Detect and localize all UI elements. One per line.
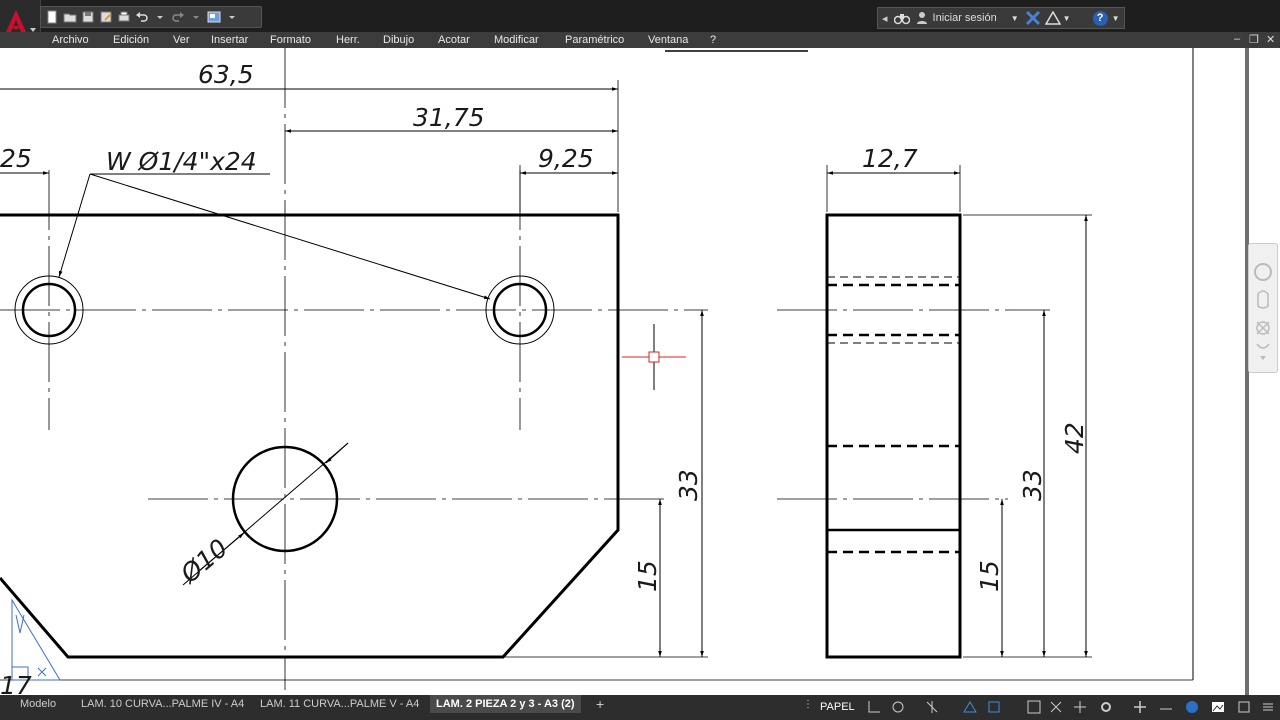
plot-icon[interactable] — [117, 10, 131, 24]
saveas-icon[interactable] — [99, 10, 113, 24]
menu-parametrico[interactable]: Paramétrico — [565, 33, 624, 47]
menu-insertar[interactable]: Insertar — [211, 33, 248, 47]
dim-25: 25 — [0, 144, 32, 173]
signin-label[interactable]: Iniciar sesión — [933, 12, 997, 24]
hole-note: W Ø1/4"x24 — [106, 147, 257, 176]
dim-31-75: 31,75 — [413, 103, 485, 132]
dim-9-25: 9,25 — [538, 144, 594, 173]
a360-icon[interactable] — [1044, 11, 1061, 25]
navbar-dropdown-icon[interactable] — [1260, 356, 1266, 360]
undo-dropdown-icon[interactable] — [153, 10, 167, 24]
minimize-icon[interactable]: ‒ — [1234, 33, 1240, 45]
steering-wheel-icon[interactable] — [1254, 263, 1272, 281]
scroll-left-icon[interactable]: ◂ — [882, 12, 888, 25]
dim-phi10: Ø10 — [174, 533, 233, 589]
dim-17: 17 — [0, 671, 32, 695]
orbit-icon[interactable] — [1256, 343, 1270, 349]
dim-12-7: 12,7 — [862, 144, 918, 173]
menu-ver[interactable]: Ver — [173, 33, 190, 47]
new-icon[interactable] — [45, 10, 59, 24]
dim-33-front: 33 — [674, 469, 703, 501]
menu-ventana[interactable]: Ventana — [648, 33, 688, 47]
tab-modelo[interactable]: Modelo — [14, 695, 62, 713]
qat-dropdown-icon[interactable] — [225, 10, 239, 24]
osnap-icon[interactable] — [924, 699, 940, 715]
menu-help[interactable]: ? — [710, 33, 716, 47]
restore-icon[interactable]: ❐ — [1249, 33, 1259, 46]
annotation-icon[interactable] — [1026, 699, 1042, 715]
menu-formato[interactable]: Formato — [270, 33, 311, 47]
customize-icon[interactable] — [1260, 699, 1276, 715]
binoculars-icon[interactable] — [893, 11, 910, 25]
menu-acotar[interactable]: Acotar — [438, 33, 470, 47]
exchange-icon[interactable] — [1025, 11, 1041, 25]
isolate-icon[interactable] — [1184, 699, 1200, 715]
a360-dropdown-icon[interactable]: ▼ — [1063, 14, 1071, 23]
paper-space-toggle[interactable]: PAPEL — [820, 698, 855, 716]
menu-bar: Archivo Edición Ver Insertar Formato Her… — [0, 32, 1280, 48]
status-more-icon[interactable]: ⋮ — [803, 699, 813, 710]
isodraft-icon[interactable] — [962, 699, 978, 715]
signin-dropdown-icon[interactable]: ▼ — [1011, 14, 1019, 23]
add-layout-button[interactable]: + — [590, 695, 610, 713]
redo-dropdown-icon[interactable] — [189, 10, 203, 24]
workspace-icon[interactable] — [207, 10, 221, 24]
polar-icon[interactable] — [890, 699, 906, 715]
units-icon[interactable] — [1158, 699, 1174, 715]
dim-15-front: 15 — [633, 560, 662, 592]
selection-cycling-icon[interactable] — [1072, 699, 1088, 715]
dim-15-side: 15 — [975, 560, 1004, 592]
front-view — [0, 48, 708, 690]
signin-panel: ◂ Iniciar sesión ▼ ▼ ? ▼ — [877, 7, 1125, 29]
drawing-svg: 63,5 31,75 25 9,25 W Ø1/4"x24 12,7 33 15… — [0, 48, 1194, 695]
status-bar: Modelo LAM. 10 CURVA...PALME IV - A4 LAM… — [0, 695, 1280, 720]
workspace-gear-icon[interactable] — [1098, 699, 1114, 715]
dynamic-ucs-icon[interactable] — [986, 699, 1002, 715]
title-bar: ◂ Iniciar sesión ▼ ▼ ? ▼ — [0, 0, 1280, 46]
close-icon[interactable]: ✕ — [1266, 33, 1275, 46]
hardware-acceleration-icon[interactable] — [1210, 699, 1226, 715]
drawing-canvas[interactable]: 63,5 31,75 25 9,25 W Ø1/4"x24 12,7 33 15… — [0, 48, 1245, 695]
redo-icon[interactable] — [171, 10, 185, 24]
dim-33-side: 33 — [1018, 469, 1047, 501]
help-dropdown-icon[interactable]: ▼ — [1112, 14, 1120, 23]
dim-63-5: 63,5 — [198, 60, 254, 89]
quick-access-toolbar — [40, 6, 262, 28]
tab-lam-11[interactable]: LAM. 11 CURVA...PALME V - A4 — [254, 695, 425, 713]
save-icon[interactable] — [81, 10, 95, 24]
menu-archivo[interactable]: Archivo — [52, 33, 89, 47]
pan-icon[interactable] — [1257, 290, 1269, 309]
side-view — [777, 165, 1092, 659]
plus-icon[interactable] — [1132, 699, 1148, 715]
menu-dibujo[interactable]: Dibujo — [383, 33, 414, 47]
menu-modificar[interactable]: Modificar — [494, 33, 539, 47]
clean-screen-icon[interactable] — [1236, 699, 1252, 715]
menu-edicion[interactable]: Edición — [113, 33, 149, 47]
user-icon[interactable] — [916, 11, 928, 25]
dim-42: 42 — [1060, 422, 1089, 454]
tab-lam-2[interactable]: LAM. 2 PIEZA 2 y 3 - A3 (2) — [430, 695, 581, 713]
tab-lam-10[interactable]: LAM. 10 CURVA...PALME IV - A4 — [75, 695, 250, 713]
help-button[interactable]: ? — [1092, 10, 1108, 26]
crosshair-cursor — [622, 324, 686, 390]
undo-icon[interactable] — [135, 10, 149, 24]
grid-icon[interactable] — [866, 699, 882, 715]
transparency-icon[interactable] — [1048, 699, 1064, 715]
navigation-bar — [1248, 243, 1278, 373]
menu-herr[interactable]: Herr. — [336, 33, 360, 47]
open-icon[interactable] — [63, 10, 77, 24]
